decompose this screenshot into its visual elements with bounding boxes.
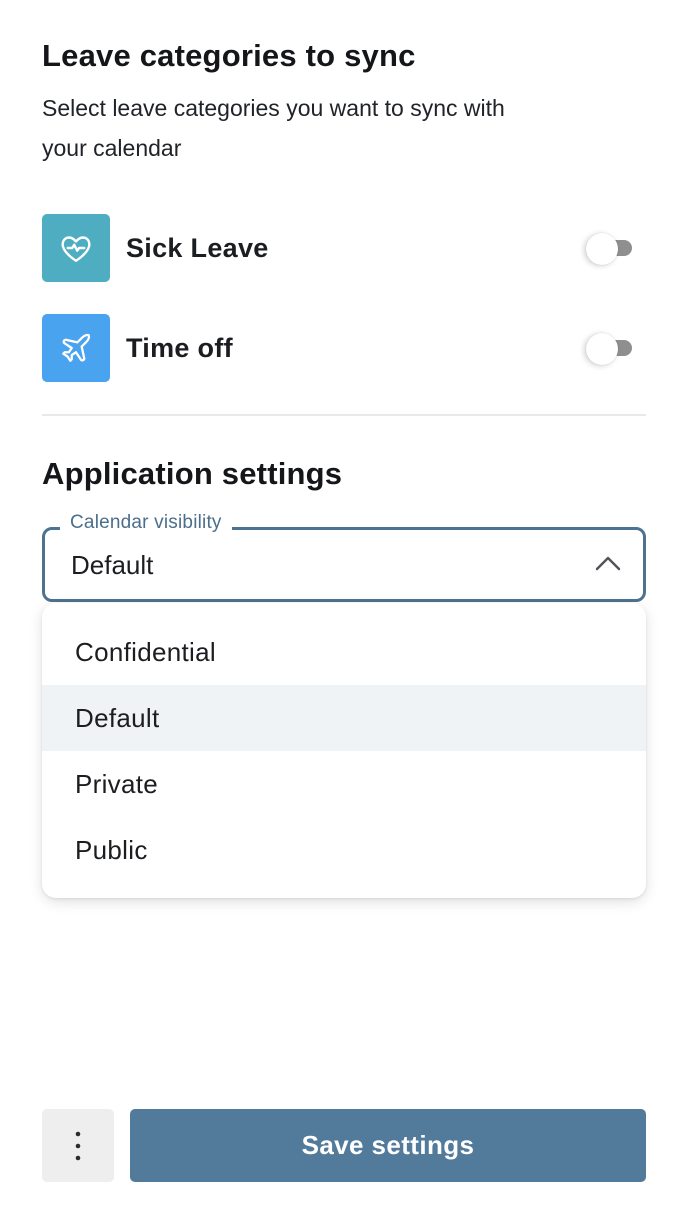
sick-leave-toggle[interactable] xyxy=(586,233,632,265)
heart-pulse-icon xyxy=(42,214,110,282)
toggle-thumb xyxy=(586,333,618,365)
calendar-visibility-value: Default xyxy=(71,550,154,580)
category-label-sick-leave: Sick Leave xyxy=(126,232,269,263)
toggle-thumb xyxy=(586,233,618,265)
option-private[interactable]: Private xyxy=(42,751,646,817)
chevron-up-icon[interactable] xyxy=(594,554,622,572)
time-off-toggle[interactable] xyxy=(586,333,632,365)
airplane-icon xyxy=(42,314,110,382)
section-divider xyxy=(42,414,646,416)
option-default[interactable]: Default xyxy=(42,685,646,751)
option-public[interactable]: Public xyxy=(42,817,646,883)
more-options-button[interactable] xyxy=(42,1109,114,1182)
leave-categories-title: Leave categories to sync xyxy=(42,38,416,73)
category-row-sick-leave: Sick Leave xyxy=(42,214,646,282)
save-settings-button[interactable]: Save settings xyxy=(130,1109,646,1182)
calendar-visibility-label: Calendar visibility xyxy=(60,512,232,534)
calendar-visibility-menu: Confidential Default Private Public xyxy=(42,603,646,898)
category-row-time-off: Time off xyxy=(42,314,646,382)
more-vertical-icon xyxy=(75,1131,81,1160)
category-label-time-off: Time off xyxy=(126,332,233,363)
option-confidential[interactable]: Confidential xyxy=(42,619,646,685)
leave-categories-description: Select leave categories you want to sync… xyxy=(42,95,505,161)
application-settings-title: Application settings xyxy=(42,456,343,491)
